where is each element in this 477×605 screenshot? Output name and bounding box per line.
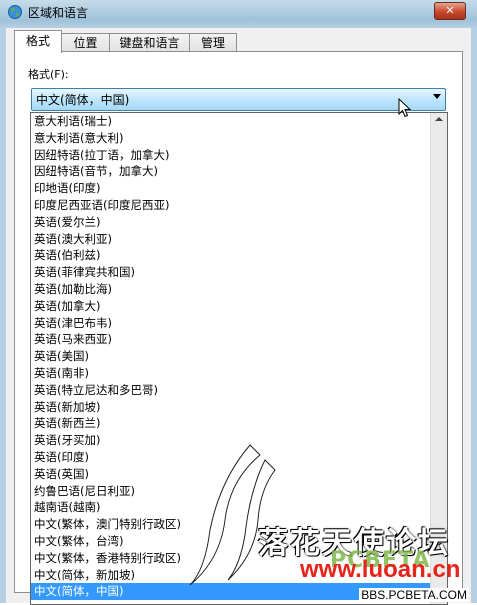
close-icon: ✕ xyxy=(445,4,455,17)
dropdown-item[interactable]: 英语(特立尼达和多巴哥) xyxy=(31,382,431,399)
dropdown-item[interactable]: 英语(美国) xyxy=(31,348,431,365)
dropdown-item[interactable]: 英语(澳大利亚) xyxy=(31,231,431,248)
dropdown-item[interactable]: 英语(津巴布韦) xyxy=(31,315,431,332)
tab-location[interactable]: 位置 xyxy=(61,33,110,52)
dropdown-item[interactable]: 英语(马来西亚) xyxy=(31,331,431,348)
dropdown-item[interactable]: 因纽特语(拉丁语，加拿大) xyxy=(31,147,431,164)
dropdown-item[interactable]: 英语(南非) xyxy=(31,365,431,382)
tab-administrative[interactable]: 管理 xyxy=(189,33,237,52)
dropdown-item[interactable]: 英语(爱尔兰) xyxy=(31,214,431,231)
dropdown-item[interactable]: 英语(新西兰) xyxy=(31,415,431,432)
dropdown-item[interactable]: 印度尼西亚语(印度尼西亚) xyxy=(31,197,431,214)
dropdown-item[interactable]: 英语(新加坡) xyxy=(31,399,431,416)
dropdown-item[interactable]: 英语(伯利兹) xyxy=(31,247,431,264)
angel-wing-watermark xyxy=(189,444,276,586)
tab-label: 管理 xyxy=(200,36,225,50)
format-label: 格式(F): xyxy=(28,68,69,81)
dropdown-item[interactable]: 英语(加拿大) xyxy=(31,298,431,315)
tab-formats[interactable]: 格式 xyxy=(14,30,62,53)
close-button[interactable]: ✕ xyxy=(434,2,466,20)
dropdown-item[interactable]: 因纽特语(音节，加拿大) xyxy=(31,163,431,180)
tab-label: 格式 xyxy=(25,34,50,48)
format-selected-value: 中文(简体，中国) xyxy=(36,93,130,107)
tab-label: 键盘和语言 xyxy=(119,36,180,50)
dropdown-item[interactable]: 英语(加勒比海) xyxy=(31,281,431,298)
window-title: 区域和语言 xyxy=(28,6,89,20)
globe-icon xyxy=(8,5,22,19)
chevron-down-icon[interactable] xyxy=(433,94,441,99)
dropdown-item[interactable]: 英语(菲律宾共和国) xyxy=(31,264,431,281)
url-watermark: www.luoan.cn xyxy=(300,556,461,583)
title-bar[interactable]: 区域和语言 ✕ xyxy=(0,0,477,24)
tab-keyboards-languages[interactable]: 键盘和语言 xyxy=(109,33,190,52)
dropdown-item[interactable]: 意大利语(意大利) xyxy=(31,130,431,147)
mouse-pointer-icon xyxy=(398,98,412,118)
dropdown-item[interactable]: 意大利语(瑞士) xyxy=(31,113,431,130)
tab-label: 位置 xyxy=(73,36,98,50)
bbs-watermark: BBS.PCBETA.COM xyxy=(359,588,469,602)
dropdown-item[interactable]: 印地语(印度) xyxy=(31,180,431,197)
format-combobox[interactable]: 中文(简体，中国) xyxy=(31,88,446,111)
region-language-window: 区域和语言 ✕ 格式 位置 键盘和语言 管理 格式(F): 中文(简体，中国) xyxy=(0,0,477,605)
scroll-up-icon[interactable] xyxy=(435,117,443,121)
